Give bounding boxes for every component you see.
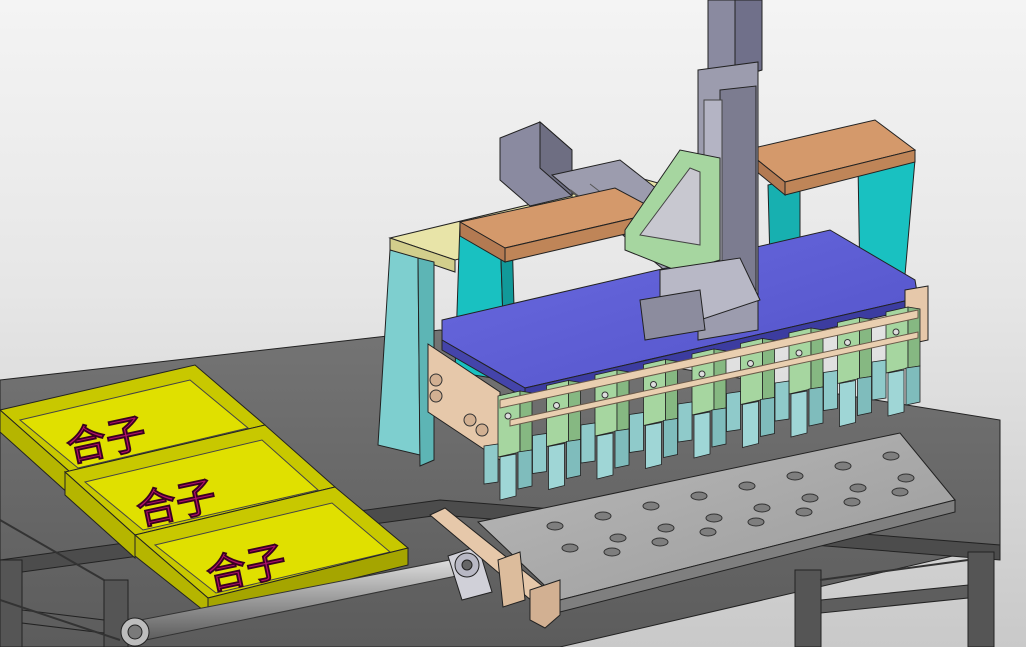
plate-hole — [786, 471, 804, 481]
machine-assembly-model[interactable]: 合子 合子 合子 — [0, 0, 1026, 647]
table-crossbar — [820, 584, 969, 614]
plate-hole — [651, 537, 669, 547]
cad-viewport[interactable]: 合子 合子 合子 — [0, 0, 1026, 647]
plate-hole — [642, 501, 660, 511]
plate-hole — [795, 507, 813, 517]
gantry-leg-back-left — [377, 249, 421, 456]
plate-hole — [594, 511, 612, 521]
plate-hole — [849, 483, 867, 493]
plate-hole — [843, 497, 861, 507]
plate-hole — [882, 451, 900, 461]
plate-hole — [747, 517, 765, 527]
plate-hole — [657, 523, 675, 533]
plate-hole — [603, 547, 621, 557]
table-leg — [794, 569, 822, 647]
plate-hole — [705, 513, 723, 523]
plate-hole — [834, 461, 852, 471]
plate-hole — [891, 487, 909, 497]
plate-hole — [801, 493, 819, 503]
plate-hole — [609, 533, 627, 543]
plate-hole — [561, 543, 579, 553]
plate-hole — [753, 503, 771, 513]
plate-hole — [897, 473, 915, 483]
plate-hole — [690, 491, 708, 501]
table-leg — [967, 551, 995, 647]
plate-hole — [699, 527, 717, 537]
plate-hole — [738, 481, 756, 491]
rod-end-fitting — [120, 617, 150, 647]
plate-hole — [546, 521, 564, 531]
